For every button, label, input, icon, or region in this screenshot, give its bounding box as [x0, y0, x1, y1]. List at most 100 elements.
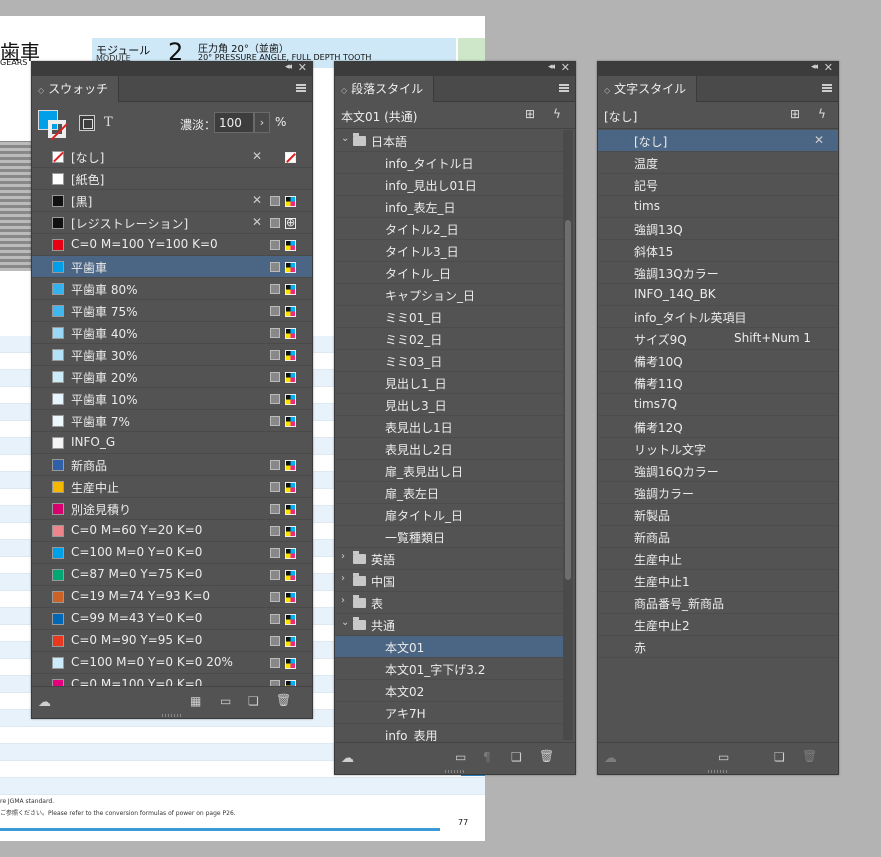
panel-titlebar[interactable]: ◂◂ ✕: [335, 61, 575, 76]
swatch-item[interactable]: 別途見積り: [32, 498, 312, 520]
cc-libraries-icon[interactable]: ☁: [604, 751, 617, 766]
new-style-from-selection-icon[interactable]: ⊞: [525, 107, 535, 121]
chevron-right-icon[interactable]: ›: [341, 573, 345, 584]
stroke-swatch[interactable]: [48, 120, 66, 138]
collapse-icon[interactable]: ◂◂: [548, 62, 555, 72]
fill-stroke-widget[interactable]: [38, 110, 66, 138]
swatch-item[interactable]: 平歯車 40%: [32, 322, 312, 344]
swatch-item[interactable]: C=99 M=43 Y=0 K=0: [32, 608, 312, 630]
character-style-item[interactable]: INFO_14Q_BK: [598, 284, 838, 306]
resize-grip[interactable]: [708, 770, 728, 773]
style-group[interactable]: › 中国: [335, 570, 563, 592]
paragraph-style-item[interactable]: 扉_表左日: [335, 482, 563, 504]
swatch-item[interactable]: C=0 M=90 Y=95 K=0: [32, 630, 312, 652]
swatch-item[interactable]: [レジストレーション] ✕: [32, 212, 312, 234]
swatch-item[interactable]: 平歯車 30%: [32, 344, 312, 366]
panel-menu-icon[interactable]: [822, 84, 832, 92]
swatch-view-icon[interactable]: ▦: [190, 694, 201, 708]
character-style-item[interactable]: 赤: [598, 636, 838, 658]
swatch-item[interactable]: C=100 M=0 Y=0 K=0 20%: [32, 652, 312, 674]
panel-titlebar[interactable]: ◂◂ ✕: [32, 61, 312, 76]
close-icon[interactable]: ✕: [298, 61, 307, 74]
scroll-thumb[interactable]: [565, 220, 571, 580]
paragraph-style-item[interactable]: 本文02: [335, 680, 563, 702]
swatch-item[interactable]: 平歯車 80%: [32, 278, 312, 300]
quick-apply-icon[interactable]: ϟ: [553, 107, 561, 121]
swatch-item[interactable]: C=19 M=74 Y=93 K=0: [32, 586, 312, 608]
new-style-from-selection-icon[interactable]: ⊞: [790, 107, 800, 121]
character-style-item[interactable]: リットル文字: [598, 438, 838, 460]
swatch-item[interactable]: 平歯車 75%: [32, 300, 312, 322]
character-style-item[interactable]: 強調カラー: [598, 482, 838, 504]
style-group[interactable]: ⌄ 日本語: [335, 130, 563, 152]
paragraph-style-item[interactable]: 扉_表見出し日: [335, 460, 563, 482]
character-style-item[interactable]: サイズ9Q Shift+Num 1: [598, 328, 838, 350]
collapse-icon[interactable]: ◂◂: [811, 62, 818, 72]
tint-input[interactable]: [214, 112, 254, 133]
paragraph-style-item[interactable]: ミミ03_日: [335, 350, 563, 372]
character-style-item[interactable]: 強調16Qカラー: [598, 460, 838, 482]
new-style-icon[interactable]: ❏: [774, 750, 785, 764]
new-color-group-icon[interactable]: ▭: [220, 694, 231, 708]
paragraph-style-item[interactable]: info_見出し01日: [335, 174, 563, 196]
resize-grip[interactable]: [445, 770, 465, 773]
paragraph-style-item[interactable]: アキ7H: [335, 702, 563, 724]
chevron-down-icon[interactable]: ⌄: [341, 617, 349, 628]
delete-icon[interactable]: 🗑: [539, 749, 554, 763]
character-style-item[interactable]: 備考10Q: [598, 350, 838, 372]
panel-titlebar[interactable]: ◂◂ ✕: [598, 61, 838, 76]
character-style-item[interactable]: 新商品: [598, 526, 838, 548]
character-style-item[interactable]: 備考12Q: [598, 416, 838, 438]
paragraph-style-item[interactable]: ミミ01_日: [335, 306, 563, 328]
character-style-item[interactable]: tims: [598, 196, 838, 218]
swatch-item[interactable]: C=0 M=100 Y=100 K=0: [32, 234, 312, 256]
character-style-item[interactable]: 生産中止: [598, 548, 838, 570]
paragraph-style-item[interactable]: ミミ02_日: [335, 328, 563, 350]
character-style-item[interactable]: 商品番号_新商品: [598, 592, 838, 614]
swatch-item[interactable]: 平歯車 20%: [32, 366, 312, 388]
new-swatch-icon[interactable]: ❏: [248, 694, 259, 708]
swatch-item[interactable]: [黒] ✕: [32, 190, 312, 212]
delete-icon[interactable]: 🗑: [276, 693, 291, 707]
chevron-down-icon[interactable]: ⌄: [341, 133, 349, 144]
paragraph-style-item[interactable]: 見出し3_日: [335, 394, 563, 416]
character-style-item[interactable]: 新製品: [598, 504, 838, 526]
cc-libraries-icon[interactable]: ☁: [38, 695, 51, 710]
character-style-item[interactable]: 強調13Q: [598, 218, 838, 240]
character-style-item[interactable]: tims7Q: [598, 394, 838, 416]
chevron-right-icon[interactable]: ›: [341, 551, 345, 562]
new-group-icon[interactable]: ▭: [718, 750, 729, 764]
character-style-item[interactable]: 生産中止1: [598, 570, 838, 592]
character-style-item[interactable]: 生産中止2: [598, 614, 838, 636]
character-style-item[interactable]: 備考11Q: [598, 372, 838, 394]
swatch-item[interactable]: 平歯車 7%: [32, 410, 312, 432]
paragraph-style-item[interactable]: キャプション_日: [335, 284, 563, 306]
character-style-item[interactable]: 温度: [598, 152, 838, 174]
paragraph-style-item[interactable]: 一覧種類日: [335, 526, 563, 548]
panel-menu-icon[interactable]: [296, 84, 306, 92]
character-style-item[interactable]: info_タイトル英項目: [598, 306, 838, 328]
paragraph-style-item[interactable]: 見出し1_日: [335, 372, 563, 394]
swatch-item[interactable]: 平歯車 10%: [32, 388, 312, 410]
style-group[interactable]: ⌄ 共通: [335, 614, 563, 636]
new-group-icon[interactable]: ▭: [455, 750, 466, 764]
character-style-item[interactable]: [なし] ✕: [598, 130, 838, 152]
formatting-container-icon[interactable]: [79, 115, 95, 131]
panel-menu-icon[interactable]: [559, 84, 569, 92]
style-group[interactable]: › 英語: [335, 548, 563, 570]
delete-icon[interactable]: 🗑: [802, 749, 817, 763]
paragraph-style-item[interactable]: タイトル3_日: [335, 240, 563, 262]
quick-apply-icon[interactable]: ϟ: [818, 107, 826, 121]
scrollbar[interactable]: [563, 130, 573, 740]
paragraph-style-item[interactable]: 本文01: [335, 636, 563, 658]
swatch-item[interactable]: C=100 M=0 Y=0 K=0: [32, 542, 312, 564]
paragraph-style-item[interactable]: 本文01_字下げ3.2: [335, 658, 563, 680]
paragraph-style-item[interactable]: 扉タイトル_日: [335, 504, 563, 526]
swatch-item[interactable]: 生産中止: [32, 476, 312, 498]
cc-libraries-icon[interactable]: ☁: [341, 751, 354, 766]
character-style-item[interactable]: 斜体15: [598, 240, 838, 262]
formatting-text-icon[interactable]: T: [104, 115, 113, 130]
resize-grip[interactable]: [162, 714, 182, 717]
character-style-item[interactable]: 記号: [598, 174, 838, 196]
clear-overrides-icon[interactable]: ¶: [483, 750, 491, 764]
